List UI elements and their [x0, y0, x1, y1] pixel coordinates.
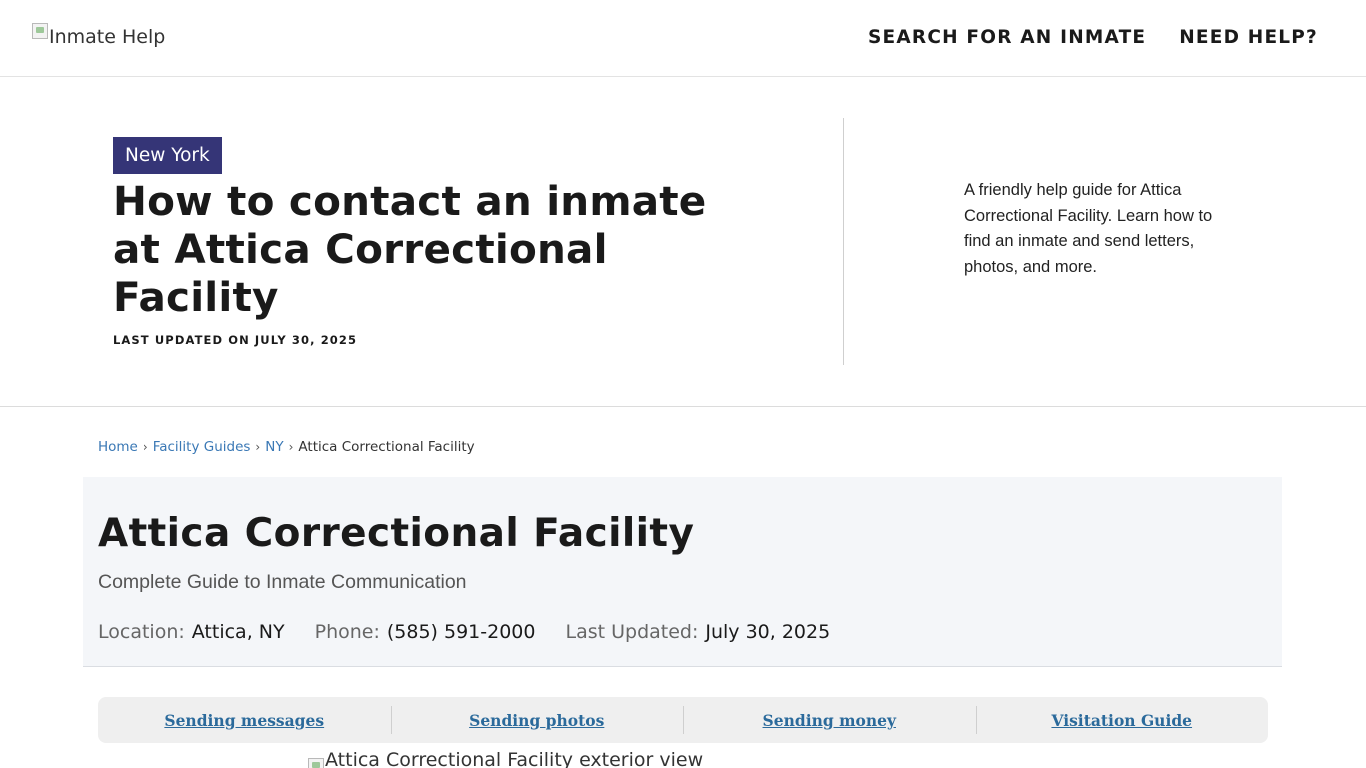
- breadcrumb-facility-guides[interactable]: Facility Guides: [153, 439, 251, 455]
- hero-divider: [843, 118, 844, 365]
- breadcrumb: Home › Facility Guides › NY › Attica Cor…: [98, 439, 475, 455]
- facility-exterior-image: Attica Correctional Facility exterior vi…: [308, 749, 703, 768]
- updated-value: July 30, 2025: [705, 621, 831, 643]
- breadcrumb-current: Attica Correctional Facility: [298, 439, 475, 455]
- tab-visitation-guide[interactable]: Visitation Guide: [1051, 711, 1192, 730]
- breadcrumb-ny[interactable]: NY: [265, 439, 283, 455]
- top-nav: SEARCH FOR AN INMATE NEED HELP?: [868, 27, 1318, 48]
- meta-updated: Last Updated: July 30, 2025: [565, 621, 830, 643]
- location-value: Attica, NY: [191, 621, 285, 643]
- guide-tab: Visitation Guide: [975, 697, 1269, 743]
- guide-tab: Sending money: [683, 697, 976, 743]
- phone-value: (585) 591-2000: [386, 621, 536, 643]
- phone-label: Phone:: [314, 621, 380, 643]
- nav-search-inmate[interactable]: SEARCH FOR AN INMATE: [868, 27, 1146, 48]
- breadcrumb-home[interactable]: Home: [98, 439, 138, 455]
- guide-tabs: Sending messages Sending photos Sending …: [98, 697, 1268, 743]
- logo-link[interactable]: Inmate Help: [32, 22, 165, 49]
- updated-label: Last Updated:: [565, 621, 699, 643]
- facility-panel: Attica Correctional Facility Complete Gu…: [83, 477, 1282, 667]
- breadcrumb-separator: ›: [142, 440, 148, 454]
- nav-need-help[interactable]: NEED HELP?: [1179, 27, 1318, 48]
- tab-sending-messages[interactable]: Sending messages: [164, 711, 324, 730]
- last-updated-label: LAST UPDATED ON JULY 30, 2025: [113, 333, 358, 347]
- logo-alt-text: Inmate Help: [49, 26, 166, 48]
- breadcrumb-separator: ›: [255, 440, 261, 454]
- broken-image-icon: [308, 758, 324, 768]
- meta-location: Location: Attica, NY: [98, 621, 285, 643]
- facility-subtitle: Complete Guide to Inmate Communication: [98, 571, 467, 593]
- broken-image-icon: [32, 23, 48, 39]
- guide-tab: Sending messages: [98, 697, 391, 743]
- tab-sending-photos[interactable]: Sending photos: [469, 711, 604, 730]
- facility-name: Attica Correctional Facility: [98, 511, 695, 556]
- facility-meta: Location: Attica, NY Phone: (585) 591-20…: [98, 621, 860, 643]
- location-label: Location:: [98, 621, 185, 643]
- meta-phone: Phone: (585) 591-2000: [315, 621, 536, 643]
- hero-description: A friendly help guide for Attica Correct…: [964, 181, 1213, 276]
- site-header: Inmate Help SEARCH FOR AN INMATE NEED HE…: [0, 0, 1366, 77]
- breadcrumb-separator: ›: [288, 440, 294, 454]
- state-badge[interactable]: New York: [113, 137, 222, 175]
- exterior-image-alt: Attica Correctional Facility exterior vi…: [325, 749, 704, 768]
- page-title: How to contact an inmate at Attica Corre…: [113, 177, 707, 321]
- hero-section: New York How to contact an inmate at Att…: [0, 77, 1366, 407]
- tab-sending-money[interactable]: Sending money: [763, 711, 896, 730]
- guide-tab: Sending photos: [390, 697, 684, 743]
